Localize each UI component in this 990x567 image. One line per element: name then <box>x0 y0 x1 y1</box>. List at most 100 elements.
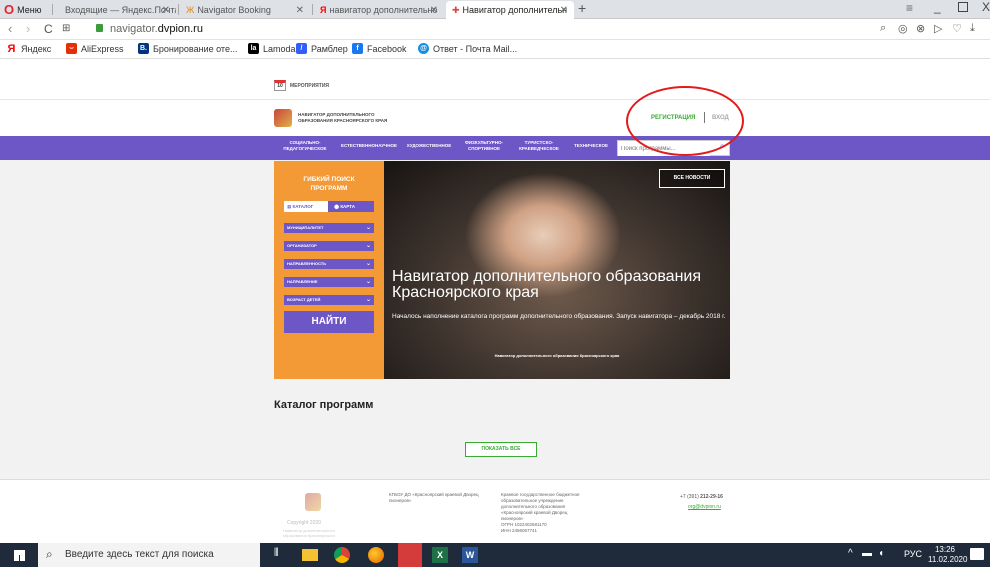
volume-icon[interactable]: ◖ <box>878 548 884 559</box>
firefox-icon[interactable] <box>368 547 384 563</box>
nav-line-1: ХУДОЖЕСТВЕННОЕ <box>406 143 452 148</box>
site-header: НАВИГАТОР ДОПОЛНИТЕЛЬНОГО ОБРАЗОВАНИЯ КР… <box>0 99 990 136</box>
notifications-icon[interactable] <box>970 548 984 560</box>
phone-prefix: +7 (391) <box>680 494 701 500</box>
opera-taskbar-icon[interactable] <box>398 543 422 567</box>
browser-tab-bar: O Меню Входящие — Яндекс.Почта ✕ Ж Navig… <box>0 0 990 19</box>
lock-icon <box>96 24 103 32</box>
nav-natural-science[interactable]: ЕСТЕСТВЕННОНАУЧНОЕ <box>338 143 400 149</box>
find-button[interactable]: НАЙТИ <box>284 311 374 333</box>
bookmark-booking[interactable]: B. Бронирование оте... <box>138 43 237 54</box>
dropdown-direction[interactable]: НАПРАВЛЕНИЕ ⌄ <box>284 277 374 287</box>
tab-navigator-active[interactable]: ✚ Навигатор дополнительн ✕ <box>446 1 574 19</box>
site-footer: Copyright 2020 Навигатор дополнительного… <box>0 479 990 543</box>
dropdown-organizer[interactable]: ОРГАНИЗАТОР ⌄ <box>284 241 374 251</box>
tab-map[interactable]: ⬤ КАРТА <box>328 201 374 212</box>
dropdown-municipality[interactable]: МУНИЦИПАЛИТЕТ ⌄ <box>284 223 374 233</box>
new-tab-button[interactable]: + <box>578 0 586 16</box>
url-field[interactable]: navigator.dvpion.ru <box>110 23 203 35</box>
bookmark-mail[interactable]: @ Ответ - Почта Mail... <box>418 43 517 54</box>
show-all-button[interactable]: ПОКАЗАТЬ ВСЕ <box>465 442 537 457</box>
bookmark-lamoda[interactable]: la Lamoda <box>248 43 296 54</box>
word-icon[interactable]: W <box>462 547 478 563</box>
close-icon[interactable]: ✕ <box>162 5 170 16</box>
bookmark-facebook[interactable]: f Facebook <box>352 43 407 54</box>
excel-icon[interactable]: X <box>432 547 448 563</box>
restore-window-icon[interactable] <box>958 2 968 12</box>
nav-sport[interactable]: ФИЗКУЛЬТУРНО- СПОРТИВНОЕ <box>458 140 510 152</box>
tab-title: навигатор дополнительно <box>329 5 438 15</box>
vpn-icon[interactable]: ⊗ <box>916 22 925 35</box>
taskbar-search-placeholder: Введите здесь текст для поиска <box>65 549 214 560</box>
tab-menu-icon[interactable]: ≡ <box>906 1 913 15</box>
bookmark-yandex[interactable]: Я Яндекс <box>6 43 52 55</box>
download-icon[interactable]: ⤓ <box>970 22 975 35</box>
website-viewport: 10 МЕРОПРИЯТИЯ НАВИГАТОР ДОПОЛНИТЕЛЬНОГО… <box>0 59 990 543</box>
category-nav: СОЦИАЛЬНО- ПЕДАГОГИЧЕСКОЕ ЕСТЕСТВЕННОНАУЧ… <box>0 136 990 160</box>
close-icon[interactable]: ✕ <box>296 5 304 16</box>
nav-line-2: СПОРТИВНОЕ <box>468 146 500 151</box>
dropdown-label: ВОЗРАСТ ДЕТЕЙ <box>287 297 321 302</box>
tray-chevron-icon[interactable]: ^ <box>848 548 853 559</box>
nav-tourism[interactable]: ТУРИСТСКО- КРАЕВЕДЧЕСКОЕ <box>512 140 566 152</box>
catalog-title: Каталог программ <box>274 399 374 411</box>
task-view-icon[interactable]: ⫴ <box>274 547 290 563</box>
clock-time: 13:26 <box>934 545 956 554</box>
speed-dial-icon[interactable]: ⊞ <box>62 23 70 34</box>
forward-icon[interactable]: › <box>26 21 30 36</box>
yandex-icon: Я <box>320 5 327 15</box>
filter-title: ГИБКИЙ ПОИСК ПРОГРАММ <box>274 175 384 193</box>
tab-label: КАТАЛОГ <box>292 204 314 209</box>
bookmark-rambler[interactable]: / Рамблер <box>296 43 348 54</box>
booking-icon: B. <box>138 43 149 54</box>
windows-start-icon[interactable] <box>14 550 25 561</box>
chevron-down-icon: ⌄ <box>365 225 371 231</box>
tab-catalog[interactable]: ▦ КАТАЛОГ <box>284 201 328 212</box>
nav-line-1: ЕСТЕСТВЕННОНАУЧНОЕ <box>340 143 398 148</box>
tab-navigator-booking[interactable]: Ж Navigator Booking ✕ <box>180 1 310 19</box>
filter-title-line-2: ПРОГРАММ <box>310 185 348 192</box>
close-icon[interactable]: ✕ <box>430 5 438 16</box>
taskbar-search[interactable]: ⌕ Введите здесь текст для поиска <box>38 543 260 567</box>
minimize-icon[interactable]: _ <box>934 0 941 14</box>
nav-line-1: ТУРИСТСКО- <box>524 140 554 145</box>
news-hero-banner[interactable]: ВСЕ НОВОСТИ Навигатор дополнительного об… <box>384 161 730 379</box>
search-icon[interactable]: ⌕ <box>880 22 886 35</box>
bookmark-label: Ответ - Почта Mail... <box>433 43 518 54</box>
all-news-button[interactable]: ВСЕ НОВОСТИ <box>659 169 725 188</box>
snapshot-icon[interactable]: ◎ <box>898 22 908 35</box>
logo-text: НАВИГАТОР ДОПОЛНИТЕЛЬНОГО ОБРАЗОВАНИЯ КР… <box>298 112 387 124</box>
grid-icon: ▦ <box>287 204 292 209</box>
opera-menu-button[interactable]: O Меню <box>4 2 41 17</box>
dropdown-focus[interactable]: НАПРАВЛЕННОСТЬ ⌄ <box>284 259 374 269</box>
back-icon[interactable]: ‹ <box>8 21 12 36</box>
chrome-icon[interactable] <box>334 547 350 563</box>
input-language[interactable]: РУС <box>904 549 922 559</box>
footer-org-short: КГБОУ ДО «Красноярский краевой Дворец пи… <box>389 492 479 503</box>
file-explorer-icon[interactable] <box>302 549 318 561</box>
footer-email-link[interactable]: org@dvpion.ru <box>688 504 721 510</box>
reload-icon[interactable]: C <box>44 22 53 36</box>
nav-artistic[interactable]: ХУДОЖЕСТВЕННОЕ <box>404 143 454 149</box>
dropdown-label: НАПРАВЛЕННОСТЬ <box>287 261 327 266</box>
tab-yandex-search[interactable]: Я навигатор дополнительно ✕ <box>314 1 444 19</box>
events-link[interactable]: 10 МЕРОПРИЯТИЯ <box>274 80 329 91</box>
close-icon[interactable]: ✕ <box>560 5 568 16</box>
tab-title: Navigator Booking <box>197 5 271 15</box>
clock[interactable]: 13:26 11.02.2020 <box>928 545 967 565</box>
heart-icon[interactable]: ♡ <box>952 22 962 35</box>
network-icon[interactable]: ▬ <box>862 548 872 559</box>
nav-line-2: ПЕДАГОГИЧЕСКОЕ <box>283 146 327 151</box>
player-icon[interactable]: ▷ <box>934 22 942 35</box>
dropdown-label: МУНИЦИПАЛИТЕТ <box>287 225 324 230</box>
bookmark-aliexpress[interactable]: ⌣ AliExpress <box>66 43 124 54</box>
rambler-icon: / <box>296 43 307 54</box>
site-logo[interactable]: НАВИГАТОР ДОПОЛНИТЕЛЬНОГО ОБРАЗОВАНИЯ КР… <box>274 109 387 127</box>
dropdown-age[interactable]: ВОЗРАСТ ДЕТЕЙ ⌄ <box>284 295 374 305</box>
close-window-icon[interactable]: X <box>982 0 990 14</box>
tab-yandex-mail[interactable]: Входящие — Яндекс.Почта ✕ <box>56 1 176 19</box>
nav-technical[interactable]: ТЕХНИЧЕСКОЕ <box>570 143 612 149</box>
hero-caption: Навигатор дополнительного образования Кр… <box>494 353 620 358</box>
nav-social-pedagogical[interactable]: СОЦИАЛЬНО- ПЕДАГОГИЧЕСКОЕ <box>280 140 330 152</box>
chevron-down-icon: ⌄ <box>365 279 371 285</box>
